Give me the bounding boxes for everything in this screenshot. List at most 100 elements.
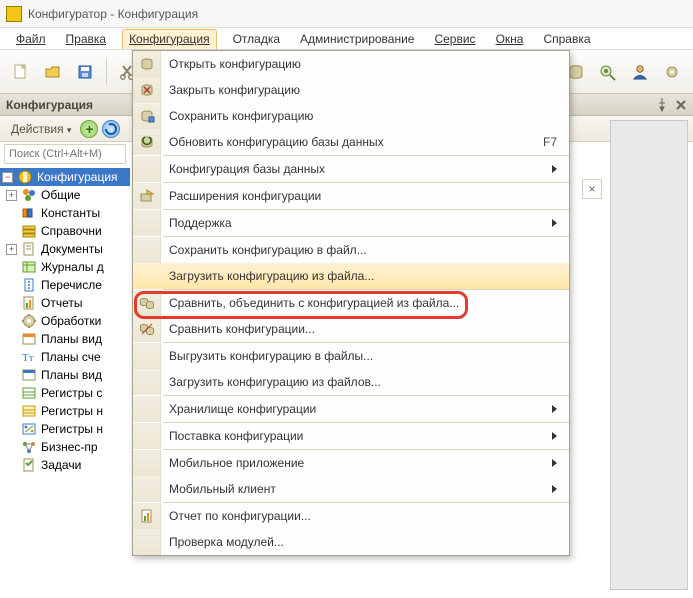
collapse-icon[interactable]: − <box>2 172 13 183</box>
tree-item[interactable]: Задачи <box>0 456 130 474</box>
menu-item-icon <box>133 396 161 422</box>
menu-edit[interactable]: Правка <box>62 30 111 48</box>
submenu-arrow-icon <box>552 219 557 227</box>
tree-item[interactable]: Бизнес-пр <box>0 438 130 456</box>
menu-item-label: Хранилище конфигурации <box>161 402 552 416</box>
menu-file[interactable]: Файл <box>12 30 50 48</box>
menu-item[interactable]: Сравнить, объединить с конфигурацией из … <box>133 290 569 316</box>
menu-item-icon <box>133 369 161 395</box>
expand-icon[interactable]: + <box>6 190 17 201</box>
menu-item[interactable]: Выгрузить конфигурацию в файлы... <box>133 343 569 369</box>
tree-node-label: Справочни <box>41 224 102 238</box>
menu-item-label: Закрыть конфигурацию <box>161 83 557 97</box>
toolbar-gear-icon[interactable] <box>659 59 685 85</box>
submenu-arrow-icon <box>552 165 557 173</box>
tree-node-icon <box>21 259 37 275</box>
tree-item[interactable]: TтПланы сче <box>0 348 130 366</box>
tree-item[interactable]: Справочни <box>0 222 130 240</box>
add-button[interactable]: + <box>80 120 98 138</box>
menu-item[interactable]: Сравнить конфигурации... <box>133 316 569 342</box>
menu-item[interactable]: Расширения конфигурации <box>133 183 569 209</box>
toolbar-new-icon[interactable] <box>8 59 34 85</box>
tree-item[interactable]: Регистры н <box>0 402 130 420</box>
tree-spacer <box>6 298 17 309</box>
tree-item[interactable]: Журналы д <box>0 258 130 276</box>
panel-close-icon[interactable] <box>675 99 687 111</box>
menu-item[interactable]: Мобильный клиент <box>133 476 569 502</box>
tree-item[interactable]: Регистры н <box>0 420 130 438</box>
menu-item[interactable]: Закрыть конфигурацию <box>133 77 569 103</box>
tree-item[interactable]: Константы <box>0 204 130 222</box>
menu-debug[interactable]: Отладка <box>229 30 284 48</box>
menu-item-label: Открыть конфигурацию <box>161 57 557 71</box>
tree-item[interactable]: Регистры с <box>0 384 130 402</box>
menu-item[interactable]: Конфигурация базы данных <box>133 156 569 182</box>
tree-spacer <box>6 370 17 381</box>
config-root-icon <box>17 169 33 185</box>
menu-item[interactable]: Загрузить конфигурацию из файлов... <box>133 369 569 395</box>
tree-spacer <box>6 388 17 399</box>
refresh-button[interactable] <box>102 120 120 138</box>
menu-item[interactable]: Сохранить конфигурацию в файл... <box>133 237 569 263</box>
tree-root[interactable]: − Конфигурация <box>0 168 130 186</box>
menu-item[interactable]: Проверка модулей... <box>133 529 569 555</box>
menu-config[interactable]: Конфигурация <box>122 29 217 49</box>
menu-item-icon <box>133 450 161 476</box>
tree-node-label: Регистры с <box>41 386 102 400</box>
tree-node-icon <box>21 403 37 419</box>
title-bar: Конфигуратор - Конфигурация <box>0 0 693 28</box>
menu-item[interactable]: Загрузить конфигурацию из файла... <box>133 263 569 289</box>
tree-item[interactable]: Планы вид <box>0 330 130 348</box>
menu-item-icon <box>133 476 161 502</box>
menu-windows[interactable]: Окна <box>492 30 528 48</box>
compare-merge-icon <box>133 290 161 316</box>
menu-item-icon <box>133 210 161 236</box>
menu-item-label: Сравнить, объединить с конфигурацией из … <box>161 296 557 310</box>
compare-icon <box>133 316 161 342</box>
menu-admin[interactable]: Администрирование <box>296 30 418 48</box>
tree-item[interactable]: +Общие <box>0 186 130 204</box>
actions-button[interactable]: Действия ▾ <box>6 119 76 139</box>
menu-item-icon <box>133 156 161 182</box>
tree-node-icon <box>21 421 37 437</box>
menu-item-label: Расширения конфигурации <box>161 189 557 203</box>
menu-service[interactable]: Сервис <box>430 30 479 48</box>
toolbar-save-icon[interactable] <box>72 59 98 85</box>
tree-spacer <box>6 226 17 237</box>
menu-item-icon <box>133 529 161 555</box>
menu-item[interactable]: Хранилище конфигурации <box>133 396 569 422</box>
menu-item-label: Отчет по конфигурации... <box>161 509 557 523</box>
window-title: Конфигуратор - Конфигурация <box>28 7 198 21</box>
menu-item-icon <box>133 263 161 289</box>
menu-item[interactable]: Открыть конфигурацию <box>133 51 569 77</box>
menu-item[interactable]: Отчет по конфигурации... <box>133 503 569 529</box>
menu-item[interactable]: Сохранить конфигурацию <box>133 103 569 129</box>
clear-search-button[interactable]: × <box>582 179 602 199</box>
tree-spacer <box>6 280 17 291</box>
config-tree: − Конфигурация +Общие Константы Справочни +… <box>0 166 130 476</box>
menu-shortcut: F7 <box>543 135 557 149</box>
tree-item[interactable]: Обработки <box>0 312 130 330</box>
menu-item[interactable]: Мобильное приложение <box>133 450 569 476</box>
menu-item[interactable]: Обновить конфигурацию базы данныхF7 <box>133 129 569 155</box>
tree-item[interactable]: Планы вид <box>0 366 130 384</box>
toolbar-separator <box>106 59 107 85</box>
toolbar-person-icon[interactable] <box>627 59 653 85</box>
tree-node-icon <box>21 439 37 455</box>
menu-item[interactable]: Поддержка <box>133 210 569 236</box>
tree-item[interactable]: Перечисле <box>0 276 130 294</box>
expand-icon[interactable]: + <box>6 244 17 255</box>
menu-item-label: Обновить конфигурацию базы данных <box>161 135 543 149</box>
pin-icon[interactable] <box>657 98 667 112</box>
report-icon <box>133 503 161 529</box>
menu-help[interactable]: Справка <box>539 30 594 48</box>
tree-item[interactable]: Отчеты <box>0 294 130 312</box>
tree-spacer <box>6 424 17 435</box>
toolbar-open-icon[interactable] <box>40 59 66 85</box>
toolbar-scope-icon[interactable] <box>595 59 621 85</box>
tree-node-label: Планы вид <box>41 368 102 382</box>
tree-node-label: Константы <box>41 206 100 220</box>
tree-item[interactable]: +Документы <box>0 240 130 258</box>
search-input[interactable] <box>4 144 126 164</box>
menu-item[interactable]: Поставка конфигурации <box>133 423 569 449</box>
